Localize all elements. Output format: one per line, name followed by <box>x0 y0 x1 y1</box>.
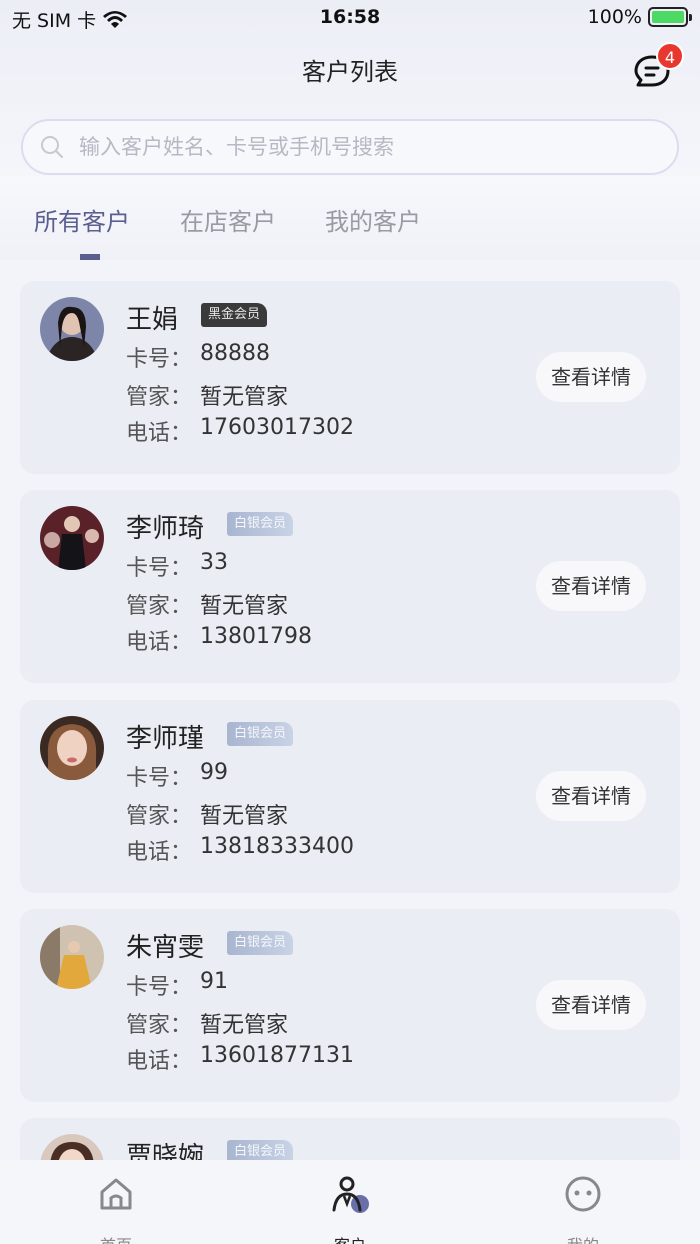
card-number-value: 91 <box>200 969 228 994</box>
status-right: 100% <box>587 6 692 28</box>
card-number-row: 卡号： 99 <box>126 760 228 792</box>
customer-card[interactable]: 贾晓婉 白银会员 <box>20 1118 680 1160</box>
card-number-row: 卡号： 33 <box>126 550 228 582</box>
avatar <box>40 506 104 570</box>
phone-value: 13601877131 <box>200 1043 354 1068</box>
phone-label: 电话： <box>126 1049 193 1074</box>
avatar <box>40 1134 104 1160</box>
manager-row: 管家： 暂无管家 <box>126 1007 288 1039</box>
member-tier-badge: 白银会员 <box>227 1140 294 1160</box>
phone-row: 电话： 17603017302 <box>126 415 354 447</box>
customer-name: 李师琦 <box>126 514 205 544</box>
tabbar-item-customers[interactable]: 客户 <box>290 1160 410 1244</box>
customer-icon <box>332 1176 369 1213</box>
card-number-label: 卡号： <box>126 347 193 372</box>
tabbar-label: 我的 <box>523 1232 643 1244</box>
view-details-button[interactable]: 查看详情 <box>536 561 646 611</box>
avatar <box>40 716 104 780</box>
card-number-value: 33 <box>200 550 228 575</box>
tab-my-customers[interactable]: 我的客户 <box>325 202 421 237</box>
customer-card[interactable]: 王娟 黑金会员 卡号： 88888 管家： 暂无管家 电话： 176030173… <box>20 281 680 474</box>
status-bar: 无 SIM 卡 16:58 100% <box>0 0 700 36</box>
customer-name: 李师瑾 <box>126 724 205 754</box>
battery-percent: 100% <box>587 6 642 28</box>
tab-indicator <box>80 254 100 260</box>
phone-row: 电话： 13818333400 <box>126 834 354 866</box>
customer-card[interactable]: 李师琦 白银会员 卡号： 33 管家： 暂无管家 电话： 13801798 查看… <box>20 490 680 683</box>
manager-label: 管家： <box>126 804 193 829</box>
manager-value: 暂无管家 <box>200 804 289 829</box>
member-tier-badge: 白银会员 <box>227 931 294 955</box>
avatar <box>40 297 104 361</box>
phone-label: 电话： <box>126 840 193 865</box>
search-input[interactable] <box>79 135 639 159</box>
card-number-value: 99 <box>200 760 228 785</box>
card-number-row: 卡号： 88888 <box>126 341 270 373</box>
search-bar[interactable] <box>21 119 679 175</box>
home-icon <box>100 1178 132 1210</box>
manager-label: 管家： <box>126 1013 193 1038</box>
manager-value: 暂无管家 <box>200 385 289 410</box>
phone-label: 电话： <box>126 630 193 655</box>
customer-card[interactable]: 朱宵雯 白银会员 卡号： 91 管家： 暂无管家 电话： 13601877131… <box>20 909 680 1102</box>
card-number-label: 卡号： <box>126 556 193 581</box>
phone-value: 13801798 <box>200 624 312 649</box>
tabbar-label: 首页 <box>56 1232 176 1244</box>
phone-row: 电话： 13601877131 <box>126 1043 354 1075</box>
phone-label: 电话： <box>126 421 193 446</box>
tab-all-customers[interactable]: 所有客户 <box>34 202 130 237</box>
member-tier-badge: 白银会员 <box>227 512 294 536</box>
phone-row: 电话： 13801798 <box>126 624 312 656</box>
phone-value: 13818333400 <box>200 834 354 859</box>
tab-in-store-customers[interactable]: 在店客户 <box>180 202 276 237</box>
tabbar-item-home[interactable]: 首页 <box>56 1160 176 1244</box>
tabbar-item-mine[interactable]: 我的 <box>523 1160 643 1244</box>
view-details-button[interactable]: 查看详情 <box>536 980 646 1030</box>
card-number-row: 卡号： 91 <box>126 969 228 1001</box>
member-tier-badge: 黑金会员 <box>201 303 268 327</box>
message-badge: 4 <box>656 42 684 70</box>
customer-name: 朱宵雯 <box>126 933 205 963</box>
phone-value: 17603017302 <box>200 415 354 440</box>
manager-value: 暂无管家 <box>200 594 289 619</box>
card-number-label: 卡号： <box>126 975 193 1000</box>
manager-row: 管家： 暂无管家 <box>126 379 288 411</box>
search-icon <box>41 136 63 158</box>
battery-icon <box>648 7 692 27</box>
manager-label: 管家： <box>126 385 193 410</box>
filter-tabs: 所有客户 在店客户 我的客户 <box>0 176 700 260</box>
smiley-icon <box>565 1176 601 1212</box>
bottom-tab-bar: 首页 客户 我的 <box>0 1160 700 1244</box>
view-details-button[interactable]: 查看详情 <box>536 771 646 821</box>
manager-row: 管家： 暂无管家 <box>126 798 288 830</box>
card-number-label: 卡号： <box>126 766 193 791</box>
manager-row: 管家： 暂无管家 <box>126 588 288 620</box>
manager-value: 暂无管家 <box>200 1013 289 1038</box>
manager-label: 管家： <box>126 594 193 619</box>
customer-name: 贾晓婉 <box>126 1142 205 1160</box>
card-number-value: 88888 <box>200 341 270 366</box>
avatar <box>40 925 104 989</box>
customer-name: 王娟 <box>126 305 179 335</box>
view-details-button[interactable]: 查看详情 <box>536 352 646 402</box>
customer-card[interactable]: 李师瑾 白银会员 卡号： 99 管家： 暂无管家 电话： 13818333400… <box>20 700 680 893</box>
member-tier-badge: 白银会员 <box>227 722 294 746</box>
tabbar-label: 客户 <box>290 1232 410 1244</box>
page-title: 客户列表 <box>302 58 398 86</box>
